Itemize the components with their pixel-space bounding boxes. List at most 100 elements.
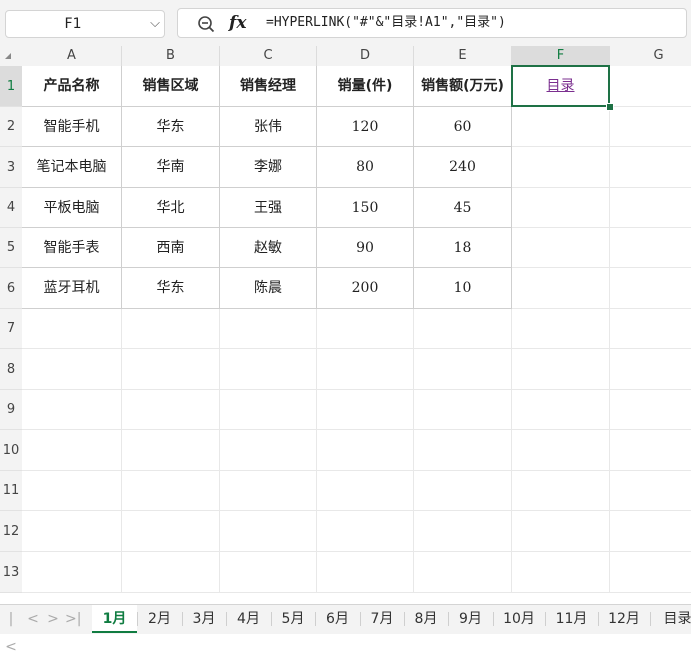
cell-d7[interactable] — [317, 309, 414, 349]
formula-input-area[interactable]: fx =HYPERLINK("#"&"目录!A1","目录") — [177, 8, 687, 38]
cell-b3[interactable]: 华南 — [122, 147, 220, 188]
cell-e13[interactable] — [414, 552, 512, 593]
sheet-tab-2[interactable]: 2月 — [137, 605, 182, 633]
name-box[interactable]: F1 ⌵ — [5, 10, 165, 38]
cell-e12[interactable] — [414, 511, 512, 552]
cell-g2[interactable] — [610, 107, 691, 147]
cell-a3[interactable]: 笔记本电脑 — [22, 147, 122, 188]
cell-c1[interactable]: 销售经理 — [220, 66, 317, 107]
cell-d8[interactable] — [317, 349, 414, 390]
cell-c2[interactable]: 张伟 — [220, 107, 317, 147]
cell-g13[interactable] — [610, 552, 691, 593]
zoom-out-icon[interactable] — [197, 15, 215, 33]
fill-handle[interactable] — [606, 103, 614, 111]
sheet-tab-8[interactable]: 8月 — [404, 605, 448, 633]
cell-f12[interactable] — [512, 511, 610, 552]
sheet-nav-button-2[interactable]: > — [45, 605, 61, 633]
sheet-tab-11[interactable]: 11月 — [545, 605, 598, 633]
cell-f11[interactable] — [512, 471, 610, 511]
cell-c9[interactable] — [220, 390, 317, 430]
cell-a12[interactable] — [22, 511, 122, 552]
row-header-4[interactable]: 4 — [0, 188, 22, 228]
cell-d5[interactable]: 90 — [317, 228, 414, 268]
row-header-12[interactable]: 12 — [0, 511, 22, 552]
cell-g6[interactable] — [610, 268, 691, 309]
cell-g8[interactable] — [610, 349, 691, 390]
cell-b11[interactable] — [122, 471, 220, 511]
cell-d1[interactable]: 销量(件) — [317, 66, 414, 107]
cell-c12[interactable] — [220, 511, 317, 552]
row-header-6[interactable]: 6 — [0, 268, 22, 309]
cell-a11[interactable] — [22, 471, 122, 511]
cell-e3[interactable]: 240 — [414, 147, 512, 188]
column-header-g[interactable]: G — [610, 46, 691, 66]
cell-c11[interactable] — [220, 471, 317, 511]
cell-b9[interactable] — [122, 390, 220, 430]
cell-e11[interactable] — [414, 471, 512, 511]
function-icon[interactable]: fx — [229, 11, 246, 35]
cell-c10[interactable] — [220, 430, 317, 471]
cell-a1[interactable]: 产品名称 — [22, 66, 122, 107]
cell-c7[interactable] — [220, 309, 317, 349]
cell-a4[interactable]: 平板电脑 — [22, 188, 122, 228]
cell-e8[interactable] — [414, 349, 512, 390]
sheet-nav-button-3[interactable]: >| — [65, 605, 81, 633]
hyperlink-cell-f1[interactable]: 目录 — [512, 66, 610, 107]
cell-a6[interactable]: 蓝牙耳机 — [22, 268, 122, 309]
cell-g9[interactable] — [610, 390, 691, 430]
cell-f4[interactable] — [512, 188, 610, 228]
cell-b12[interactable] — [122, 511, 220, 552]
sheet-tab-9[interactable]: 9月 — [448, 605, 493, 633]
column-header-c[interactable]: C — [220, 46, 317, 66]
cell-f7[interactable] — [512, 309, 610, 349]
cell-b1[interactable]: 销售区域 — [122, 66, 220, 107]
chevron-down-icon[interactable]: ⌵ — [150, 11, 160, 37]
cell-e1[interactable]: 销售额(万元) — [414, 66, 512, 107]
cell-b5[interactable]: 西南 — [122, 228, 220, 268]
cell-f6[interactable] — [512, 268, 610, 309]
cell-g1[interactable] — [610, 66, 691, 107]
cell-f13[interactable] — [512, 552, 610, 593]
cell-c5[interactable]: 赵敏 — [220, 228, 317, 268]
cell-c4[interactable]: 王强 — [220, 188, 317, 228]
cell-d6[interactable]: 200 — [317, 268, 414, 309]
row-header-10[interactable]: 10 — [0, 430, 22, 471]
row-header-8[interactable]: 8 — [0, 349, 22, 390]
cell-b10[interactable] — [122, 430, 220, 471]
column-header-a[interactable]: A — [22, 46, 122, 66]
cell-g3[interactable] — [610, 147, 691, 188]
cell-a9[interactable] — [22, 390, 122, 430]
cell-f3[interactable] — [512, 147, 610, 188]
cell-b7[interactable] — [122, 309, 220, 349]
cell-a13[interactable] — [22, 552, 122, 593]
sheet-tab-10[interactable]: 10月 — [493, 605, 545, 633]
cell-c8[interactable] — [220, 349, 317, 390]
cell-b8[interactable] — [122, 349, 220, 390]
cell-e5[interactable]: 18 — [414, 228, 512, 268]
cell-f10[interactable] — [512, 430, 610, 471]
cell-f9[interactable] — [512, 390, 610, 430]
cell-e10[interactable] — [414, 430, 512, 471]
cell-a5[interactable]: 智能手表 — [22, 228, 122, 268]
cell-c3[interactable]: 李娜 — [220, 147, 317, 188]
row-header-7[interactable]: 7 — [0, 309, 22, 349]
sheet-tab-6[interactable]: 6月 — [315, 605, 360, 633]
cell-a8[interactable] — [22, 349, 122, 390]
cell-c13[interactable] — [220, 552, 317, 593]
cell-a10[interactable] — [22, 430, 122, 471]
sheet-tab-1[interactable]: 1月 — [92, 605, 137, 633]
cell-b6[interactable]: 华东 — [122, 268, 220, 309]
sheet-tab-7[interactable]: 7月 — [360, 605, 404, 633]
cell-f8[interactable] — [512, 349, 610, 390]
cell-d3[interactable]: 80 — [317, 147, 414, 188]
sheet-nav-button-1[interactable]: < — [25, 605, 41, 633]
cell-a7[interactable] — [22, 309, 122, 349]
cell-a2[interactable]: 智能手机 — [22, 107, 122, 147]
cell-d12[interactable] — [317, 511, 414, 552]
sheet-tab-13[interactable]: 目录 — [650, 605, 691, 633]
row-header-3[interactable]: 3 — [0, 147, 22, 188]
column-header-f[interactable]: F — [512, 46, 610, 66]
column-header-e[interactable]: E — [414, 46, 512, 66]
cell-d11[interactable] — [317, 471, 414, 511]
select-all-corner[interactable] — [0, 46, 22, 66]
